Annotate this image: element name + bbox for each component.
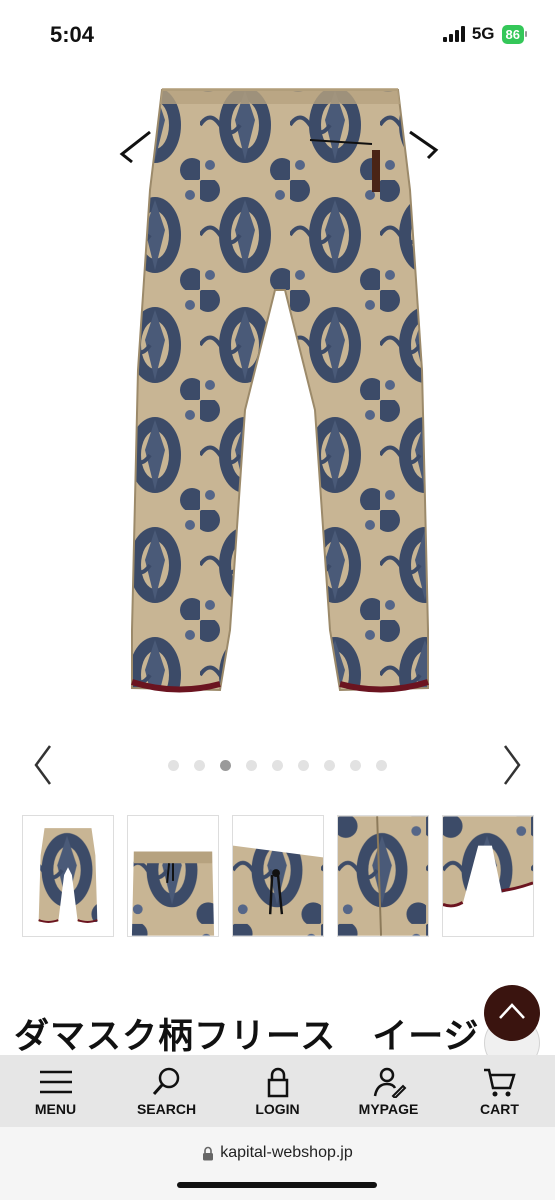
thumbnail-pants-full[interactable] <box>22 815 114 937</box>
thumbnail-hem-detail[interactable] <box>442 815 534 937</box>
status-bar: 5:04 5G 86 <box>0 0 555 70</box>
lock-icon <box>267 1067 288 1097</box>
browser-url-bar[interactable]: kapital-webshop.jp <box>0 1127 555 1200</box>
pagination-dot[interactable] <box>194 760 205 771</box>
chevron-left-icon <box>34 745 52 785</box>
network-type: 5G <box>471 24 495 43</box>
gallery-pagination <box>168 760 387 771</box>
pagination-dot[interactable] <box>168 760 179 771</box>
thumbnail-waist-front[interactable] <box>127 815 219 937</box>
thumbnail-strip <box>22 815 534 937</box>
pagination-dot[interactable] <box>246 760 257 771</box>
search-icon <box>152 1067 179 1095</box>
pagination-dot[interactable] <box>350 760 361 771</box>
pagination-dot[interactable] <box>272 760 283 771</box>
nav-cart[interactable]: CART <box>444 1055 555 1127</box>
signal-icon <box>442 26 465 42</box>
chevron-right-icon <box>503 745 521 785</box>
nav-label: LOGIN <box>255 1100 300 1117</box>
prev-image-button[interactable] <box>24 742 64 788</box>
nav-label: CART <box>480 1100 519 1117</box>
nav-label: MENU <box>34 1100 77 1117</box>
status-indicators: 5G 86 <box>442 24 527 44</box>
user-edit-icon <box>373 1067 406 1098</box>
nav-mypage[interactable]: MYPAGE <box>333 1055 444 1127</box>
back-to-top-button[interactable] <box>484 985 540 1041</box>
url-display[interactable]: kapital-webshop.jp <box>0 1144 555 1162</box>
home-indicator <box>177 1182 377 1188</box>
thumbnail-fabric-closeup[interactable] <box>337 815 429 937</box>
battery-icon: 86 <box>501 24 527 44</box>
nav-menu[interactable]: MENU <box>0 1055 111 1127</box>
battery-level: 86 <box>501 24 524 44</box>
url-text: kapital-webshop.jp <box>220 1144 353 1161</box>
pagination-dot[interactable] <box>324 760 335 771</box>
next-image-button[interactable] <box>491 742 531 788</box>
status-time: 5:04 <box>50 22 95 47</box>
bottom-nav: MENU SEARCH LOGIN MYPAGE CART <box>0 1055 555 1127</box>
cart-icon <box>483 1068 516 1096</box>
nav-label: MYPAGE <box>358 1100 419 1117</box>
product-main-image[interactable] <box>110 70 450 710</box>
chevron-up-icon <box>499 1003 525 1019</box>
lock-icon <box>203 1146 214 1160</box>
pagination-dot[interactable] <box>298 760 309 771</box>
menu-icon <box>39 1070 72 1093</box>
product-title: ダマスク柄フリース イージ <box>14 1017 480 1057</box>
nav-login[interactable]: LOGIN <box>222 1055 333 1127</box>
pagination-dot-active[interactable] <box>220 760 231 771</box>
nav-label: SEARCH <box>136 1100 197 1117</box>
pagination-dot[interactable] <box>376 760 387 771</box>
nav-search[interactable]: SEARCH <box>111 1055 222 1127</box>
thumbnail-waist-detail[interactable] <box>232 815 324 937</box>
